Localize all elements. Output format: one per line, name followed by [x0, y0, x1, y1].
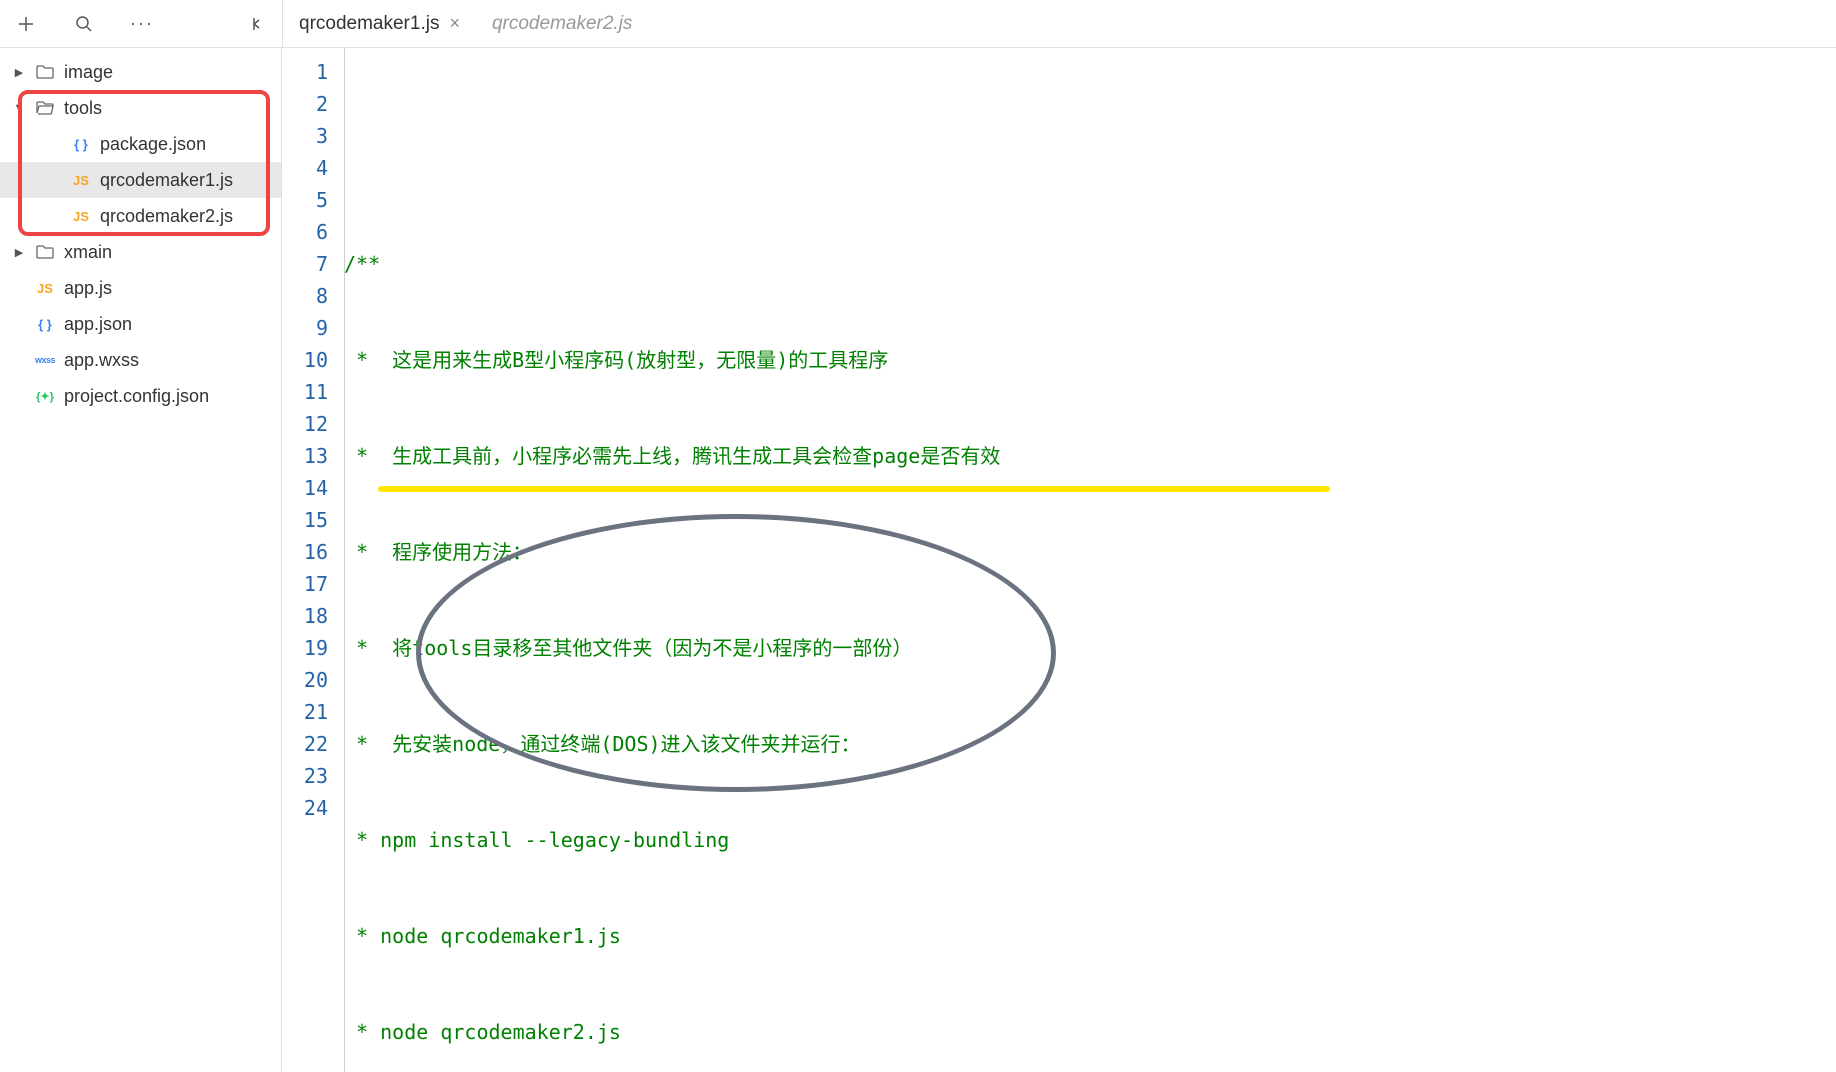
folder-icon — [34, 245, 56, 259]
folder-open-icon — [34, 101, 56, 115]
code-line: * 这是用来生成B型小程序码(放射型，无限量)的工具程序 — [344, 344, 1836, 376]
line-gutter: 123456789101112131415161718192021222324 — [282, 48, 344, 1072]
tree-label: xmain — [64, 242, 112, 263]
tree-label: package.json — [100, 134, 206, 155]
tree-label: app.js — [64, 278, 112, 299]
tree-folder-image[interactable]: ▶ image — [0, 54, 281, 90]
code-line: * node qrcodemaker2.js — [344, 1016, 1836, 1048]
tab-qrcodemaker2[interactable]: qrcodemaker2.js — [476, 0, 648, 47]
tab-label: qrcodemaker1.js — [299, 13, 439, 35]
file-tree: ▶ image ▼ tools ▶ { } package.json ▶ JS … — [0, 48, 282, 1072]
tree-folder-xmain[interactable]: ▶ xmain — [0, 234, 281, 270]
sidebar-toolbar: ··· — [0, 0, 282, 47]
tree-label: project.config.json — [64, 386, 209, 407]
js-icon: JS — [70, 209, 92, 224]
chevron-down-icon: ▼ — [12, 102, 26, 114]
code-line: * 将tools目录移至其他文件夹（因为不是小程序的一部份） — [344, 632, 1836, 664]
fold-divider — [344, 48, 345, 1072]
code-line: * 生成工具前，小程序必需先上线，腾讯生成工具会检查page是否有效 — [344, 440, 1836, 472]
tree-label: app.wxss — [64, 350, 139, 371]
close-icon[interactable]: × — [449, 13, 460, 34]
json-icon: { } — [34, 317, 56, 332]
js-icon: JS — [70, 173, 92, 188]
code-editor[interactable]: 123456789101112131415161718192021222324 … — [282, 48, 1836, 1072]
code-line: * 程序使用方法： — [344, 536, 1836, 568]
tree-label: tools — [64, 98, 102, 119]
annotation-yellow-underline — [378, 486, 1330, 492]
tree-file-app-wxss[interactable]: ▶ wxss app.wxss — [0, 342, 281, 378]
tree-label: qrcodemaker1.js — [100, 170, 233, 191]
js-icon: JS — [34, 281, 56, 296]
folder-icon — [34, 65, 56, 79]
json-icon: { } — [70, 137, 92, 152]
editor-tabs: qrcodemaker1.js × qrcodemaker2.js — [282, 0, 1836, 47]
tree-file-qrcodemaker1[interactable]: ▶ JS qrcodemaker1.js — [0, 162, 281, 198]
search-button[interactable] — [70, 10, 98, 38]
tree-file-qrcodemaker2[interactable]: ▶ JS qrcodemaker2.js — [0, 198, 281, 234]
more-button[interactable]: ··· — [128, 10, 156, 38]
config-icon: {✦} — [34, 390, 56, 403]
tree-file-app-json[interactable]: ▶ { } app.json — [0, 306, 281, 342]
tree-folder-tools[interactable]: ▼ tools — [0, 90, 281, 126]
add-button[interactable] — [12, 10, 40, 38]
code-line: * 先安装node，通过终端(DOS)进入该文件夹并运行： — [344, 728, 1836, 760]
main-area: ▶ image ▼ tools ▶ { } package.json ▶ JS … — [0, 48, 1836, 1072]
tree-label: image — [64, 62, 113, 83]
tree-label: qrcodemaker2.js — [100, 206, 233, 227]
tree-file-package-json[interactable]: ▶ { } package.json — [0, 126, 281, 162]
tab-label: qrcodemaker2.js — [492, 13, 632, 35]
tree-file-project-config[interactable]: ▶ {✦} project.config.json — [0, 378, 281, 414]
code-line: /** — [344, 248, 1836, 280]
code-line: * npm install --legacy-bundling — [344, 824, 1836, 856]
code-content[interactable]: /** * 这是用来生成B型小程序码(放射型，无限量)的工具程序 * 生成工具前… — [344, 48, 1836, 1072]
top-bar: ··· qrcodemaker1.js × qrcodemaker2.js — [0, 0, 1836, 48]
tree-file-app-js[interactable]: ▶ JS app.js — [0, 270, 281, 306]
collapse-button[interactable] — [242, 10, 270, 38]
tab-qrcodemaker1[interactable]: qrcodemaker1.js × — [283, 0, 476, 47]
chevron-right-icon: ▶ — [12, 66, 26, 79]
tree-label: app.json — [64, 314, 132, 335]
code-line: * node qrcodemaker1.js — [344, 920, 1836, 952]
chevron-right-icon: ▶ — [12, 246, 26, 259]
wxss-icon: wxss — [34, 355, 56, 365]
